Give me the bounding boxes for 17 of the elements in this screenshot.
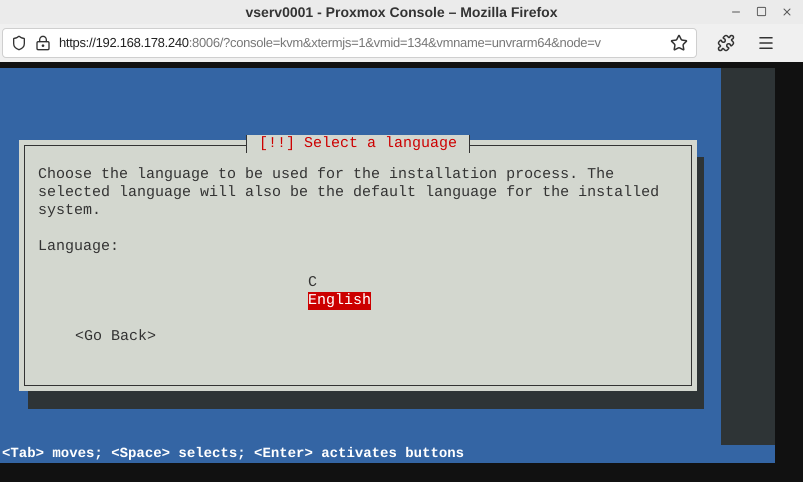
address-bar[interactable]: https://192.168.178.240:8006/?console=kvm&xtermjs=1&vmid=134&vmname=unvrarm64&node=v [2,28,697,58]
dialog-description: Choose the language to be used for the installation process. The selected language will also be the default language for the installed system. [38,166,660,220]
language-label: Language: [38,238,120,256]
shield-icon[interactable] [11,35,27,51]
star-icon[interactable] [670,34,688,52]
menu-icon[interactable] [757,34,775,52]
maximize-icon[interactable] [756,6,767,17]
window-title: vserv0001 - Proxmox Console – Mozilla Firefox [244,2,558,22]
url-text: https://192.168.178.240:8006/?console=kvm&xtermjs=1&vmid=134&vmname=unvrarm64&node=v [59,34,602,52]
close-icon[interactable] [781,6,793,18]
go-back-button[interactable]: <Go Back> [75,328,156,346]
puzzle-icon[interactable] [717,34,735,52]
lock-icon[interactable] [35,35,51,51]
dialog-title: [!!] Select a language [246,135,470,153]
language-option[interactable]: C [308,274,318,292]
language-option[interactable]: English [308,292,372,310]
status-text: <Tab> moves; <Space> selects; <Enter> activates buttons [2,445,464,463]
